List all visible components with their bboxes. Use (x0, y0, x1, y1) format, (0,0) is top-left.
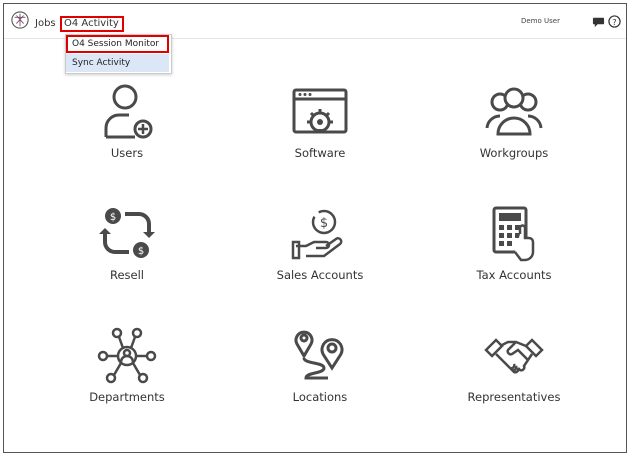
tile-sales-accounts-label: Sales Accounts (276, 268, 364, 282)
activity-dropdown-menu: O4 Session Monitor Sync Activity (65, 34, 172, 74)
tile-workgroups[interactable]: Workgroups (424, 82, 604, 182)
user-name[interactable]: Demo User (521, 17, 560, 25)
tile-representatives-label: Representatives (467, 390, 561, 404)
locations-icon (294, 330, 344, 380)
software-icon (292, 88, 348, 134)
logo-icon[interactable] (11, 11, 29, 29)
resell-icon: $ $ (99, 208, 155, 258)
help-icon[interactable]: ? (608, 15, 621, 28)
app-window: Jobs O4 Activity Demo User ? O4 Session … (3, 3, 627, 453)
representatives-icon (484, 338, 544, 374)
sales-accounts-icon: $ (291, 209, 343, 260)
chat-icon[interactable] (592, 15, 605, 28)
tile-representatives[interactable]: Representatives (424, 326, 604, 426)
tax-accounts-icon (492, 206, 535, 262)
tile-users[interactable]: Users (37, 82, 217, 182)
tile-tax-accounts[interactable]: Tax Accounts (424, 204, 604, 304)
menu-item-sync-activity[interactable]: Sync Activity (66, 54, 169, 72)
tile-sales-accounts[interactable]: $ Sales Accounts (230, 204, 410, 304)
tile-resell-label: Resell (109, 268, 144, 282)
svg-text:$: $ (138, 246, 144, 257)
tile-resell[interactable]: $ $ Resell (37, 204, 217, 304)
nav-jobs[interactable]: Jobs (35, 18, 56, 29)
users-icon (104, 84, 153, 139)
tile-workgroups-label: Workgroups (479, 146, 549, 160)
menu-item-o4-session-monitor[interactable]: O4 Session Monitor (66, 35, 169, 53)
tile-software[interactable]: Software (230, 82, 410, 182)
tile-departments[interactable]: Departments (37, 326, 217, 426)
tile-software-label: Software (294, 146, 346, 160)
svg-text:?: ? (612, 17, 616, 27)
tile-departments-label: Departments (89, 390, 165, 404)
nav-o4-activity[interactable]: O4 Activity (60, 16, 124, 32)
tile-users-label: Users (110, 146, 144, 160)
svg-text:$: $ (320, 216, 328, 231)
tile-locations[interactable]: Locations (230, 326, 410, 426)
departments-icon (97, 327, 157, 384)
workgroups-icon (485, 87, 543, 136)
tile-tax-accounts-label: Tax Accounts (476, 268, 552, 282)
tile-locations-label: Locations (292, 390, 348, 404)
svg-text:$: $ (110, 212, 116, 223)
